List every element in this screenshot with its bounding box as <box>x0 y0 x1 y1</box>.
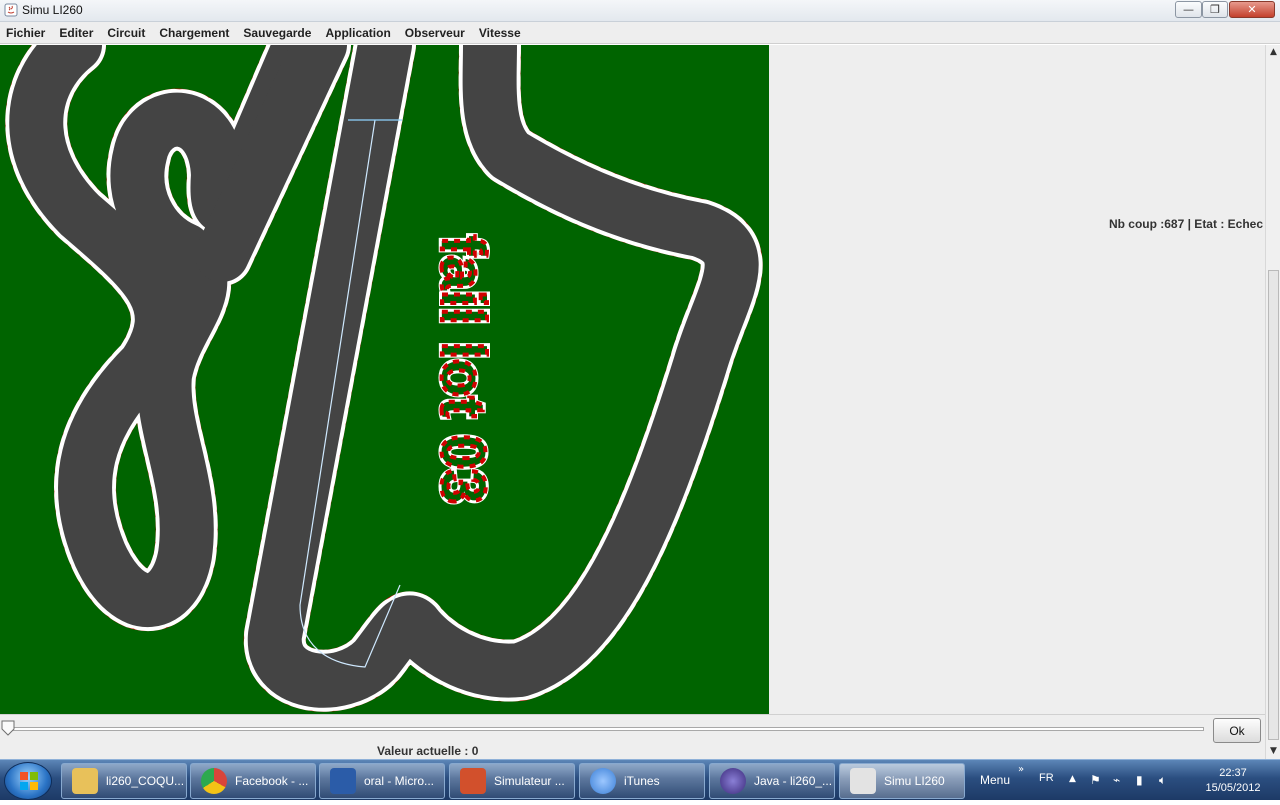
value-slider[interactable] <box>8 727 1204 731</box>
current-value-label: Valeur actuelle : 0 <box>377 744 479 758</box>
windows-logo-icon <box>20 772 38 790</box>
folder-icon <box>72 768 98 794</box>
power-plug-icon[interactable]: ⌁ <box>1113 773 1120 787</box>
scroll-down-arrow-icon[interactable]: ▼ <box>1266 744 1280 759</box>
clock[interactable]: 22:37 15/05/2012 <box>1198 766 1268 796</box>
flag-icon[interactable]: ⚑ <box>1090 773 1101 787</box>
speaker-icon[interactable]: 🔈︎ <box>1159 773 1166 788</box>
track-drawing: fail lot 03 fail lot 03 <box>5 45 763 712</box>
clock-time: 22:37 <box>1219 767 1247 779</box>
side-panel: Nb coup :687 | Etat : Echec <box>769 45 1265 714</box>
chrome-icon <box>201 768 227 794</box>
taskbar-item-eclipse[interactable]: Java - li260_... <box>709 763 835 799</box>
minimize-button[interactable]: — <box>1175 1 1202 18</box>
show-hidden-icons-icon[interactable]: ▲ <box>1069 774 1076 784</box>
taskbar-item-chrome[interactable]: Facebook - ... <box>190 763 316 799</box>
menu-fichier[interactable]: Fichier <box>6 26 45 40</box>
track-segment <box>247 45 759 708</box>
network-signal-icon[interactable]: ▮ <box>1136 773 1143 787</box>
menu-editer[interactable]: Editer <box>59 26 93 40</box>
vertical-scrollbar[interactable]: ▲ ▼ <box>1265 45 1280 759</box>
taskbar-item-powerpoint[interactable]: Simulateur ... <box>449 763 575 799</box>
powerpoint-icon <box>460 768 486 794</box>
clock-date: 15/05/2012 <box>1205 782 1261 794</box>
window-title: Simu LI260 <box>22 3 83 17</box>
window-title-bar[interactable]: Simu LI260 — ❐ ✕ <box>0 0 1280 22</box>
taskbar: li260_COQU... Facebook - ... oral - Micr… <box>0 759 1280 800</box>
eclipse-icon <box>720 768 746 794</box>
ok-button[interactable]: Ok <box>1213 718 1261 743</box>
chevron-double-right-icon[interactable]: » <box>1018 764 1024 775</box>
scrollbar-thumb[interactable] <box>1268 270 1279 740</box>
menu-vitesse[interactable]: Vitesse <box>479 26 521 40</box>
taskbar-item-itunes[interactable]: iTunes <box>579 763 705 799</box>
taskbar-item-simu[interactable]: Simu LI260 <box>839 763 965 799</box>
track-canvas[interactable]: fail lot 03 fail lot 03 <box>0 45 769 714</box>
tray-menu-label[interactable]: Menu <box>980 773 1010 787</box>
start-button[interactable] <box>4 762 52 800</box>
menu-observeur[interactable]: Observeur <box>405 26 465 40</box>
close-button[interactable]: ✕ <box>1229 1 1275 18</box>
menu-sauvegarde[interactable]: Sauvegarde <box>243 26 311 40</box>
menu-bar: Fichier Editer Circuit Chargement Sauveg… <box>0 22 1280 44</box>
itunes-icon <box>590 768 616 794</box>
slider-knob-icon[interactable] <box>1 720 15 736</box>
language-indicator[interactable]: FR <box>1039 772 1054 784</box>
taskbar-item-word[interactable]: oral - Micro... <box>319 763 445 799</box>
menu-application[interactable]: Application <box>325 26 390 40</box>
bottom-bar: Ok Valeur actuelle : 0 <box>0 714 1265 759</box>
menu-circuit[interactable]: Circuit <box>107 26 145 40</box>
scroll-up-arrow-icon[interactable]: ▲ <box>1266 45 1280 60</box>
taskbar-item-folder[interactable]: li260_COQU... <box>61 763 187 799</box>
word-icon <box>330 768 356 794</box>
menu-chargement[interactable]: Chargement <box>159 26 229 40</box>
java-icon <box>850 768 876 794</box>
java-app-icon <box>4 3 18 17</box>
status-text: Nb coup :687 | Etat : Echec <box>1108 217 1263 231</box>
maximize-button[interactable]: ❐ <box>1202 1 1228 18</box>
system-tray: Menu » FR ▲ ⚑ ⌁ ▮ 🔈︎ 22:37 15/05/2012 <box>970 760 1280 801</box>
track-text: fail lot 03 <box>428 235 497 504</box>
